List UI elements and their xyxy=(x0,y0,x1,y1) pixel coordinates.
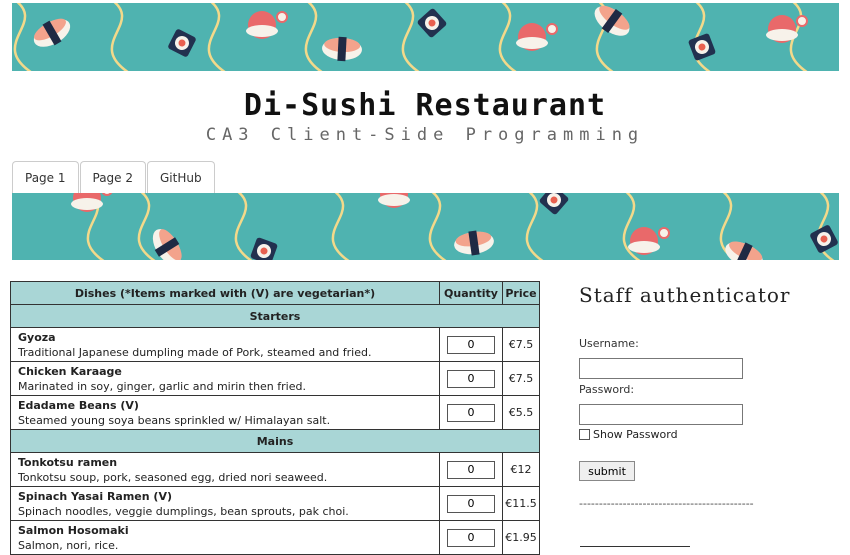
dish-price: €7.5 xyxy=(502,361,540,396)
dish-name: Tonkotsu ramen xyxy=(18,455,118,469)
quantity-cell xyxy=(439,520,503,555)
sushi-pattern xyxy=(71,193,838,260)
dish-row: Edadame Beans (V) Steamed young soya bean… xyxy=(10,395,540,430)
show-password-toggle[interactable]: Show Password xyxy=(579,428,678,441)
dish-price: €1.95 xyxy=(502,520,540,555)
quantity-cell xyxy=(439,361,503,396)
quantity-input[interactable] xyxy=(447,335,495,354)
dish-description: Salmon, nori, rice. xyxy=(18,538,119,552)
dish-cell: Tonkotsu ramen Tonkotsu soup, pork, seaso… xyxy=(10,452,440,487)
dish-cell: Salmon Hosomaki Salmon, nori, rice. xyxy=(10,520,440,555)
dish-price: €5.5 xyxy=(502,395,540,430)
password-input[interactable] xyxy=(579,404,743,425)
dish-cell: Edadame Beans (V) Steamed young soya bean… xyxy=(10,395,440,430)
price-header: Price xyxy=(502,281,540,305)
dish-cell: Gyoza Traditional Japanese dumpling made … xyxy=(10,327,440,362)
dish-name: Edadame Beans (V) xyxy=(18,398,139,412)
sushi-pattern xyxy=(13,3,808,71)
staff-authenticator-title: Staff authenticator xyxy=(579,283,791,307)
show-password-checkbox[interactable] xyxy=(579,429,590,440)
dish-description: Spinach noodles, veggie dumplings, bean … xyxy=(18,504,349,518)
quantity-input[interactable] xyxy=(447,494,495,513)
section-row: Mains xyxy=(10,429,540,453)
dish-row: Gyoza Traditional Japanese dumpling made … xyxy=(10,327,540,362)
quantity-cell xyxy=(439,486,503,521)
quantity-header: Quantity xyxy=(439,281,503,305)
dish-name: Gyoza xyxy=(18,330,56,344)
dish-row: Tonkotsu ramen Tonkotsu soup, pork, seaso… xyxy=(10,452,540,487)
quantity-input[interactable] xyxy=(447,369,495,388)
tab-github[interactable]: GitHub xyxy=(147,161,215,193)
quantity-input[interactable] xyxy=(447,403,495,422)
submit-button[interactable]: submit xyxy=(579,461,635,481)
dish-description: Tonkotsu soup, pork, seasoned egg, dried… xyxy=(18,470,328,484)
dishes-header: Dishes (*Items marked with (V) are veget… xyxy=(10,281,440,305)
page-title: Di-Sushi Restaurant xyxy=(243,88,607,123)
quantity-cell xyxy=(439,395,503,430)
nav-tabs: Page 1 Page 2 GitHub xyxy=(12,161,216,193)
dish-price: €7.5 xyxy=(502,327,540,362)
section-row: Starters xyxy=(10,304,540,328)
dish-cell: Spinach Yasai Ramen (V) Spinach noodles, … xyxy=(10,486,440,521)
dish-row: Spinach Yasai Ramen (V) Spinach noodles, … xyxy=(10,486,540,521)
top-banner-image xyxy=(12,3,839,71)
username-label: Username: xyxy=(579,337,639,350)
dish-price: €11.5 xyxy=(502,486,540,521)
dish-name: Spinach Yasai Ramen (V) xyxy=(18,489,172,503)
dish-row: Chicken Karaage Marinated in soy, ginger,… xyxy=(10,361,540,396)
partial-element xyxy=(580,546,690,551)
dish-price: €12 xyxy=(502,452,540,487)
password-label: Password: xyxy=(579,383,635,396)
dish-name: Salmon Hosomaki xyxy=(18,523,129,537)
dish-description: Steamed young soya beans sprinkled w/ Hi… xyxy=(18,413,331,427)
show-password-label: Show Password xyxy=(593,428,678,441)
middle-banner-image xyxy=(12,193,839,260)
quantity-input[interactable] xyxy=(447,528,495,547)
dish-cell: Chicken Karaage Marinated in soy, ginger,… xyxy=(10,361,440,396)
dish-description: Traditional Japanese dumpling made of Po… xyxy=(18,345,372,359)
dish-name: Chicken Karaage xyxy=(18,364,122,378)
quantity-input[interactable] xyxy=(447,460,495,479)
divider-line: ----------------------------------------… xyxy=(579,497,754,510)
section-heading: Starters xyxy=(10,304,540,328)
quantity-cell xyxy=(439,452,503,487)
dish-description: Marinated in soy, ginger, garlic and mir… xyxy=(18,379,306,393)
page-subtitle: CA3 Client-Side Programming xyxy=(205,125,645,145)
tab-page-2[interactable]: Page 2 xyxy=(79,161,146,193)
section-heading: Mains xyxy=(10,429,540,453)
menu-table: Dishes (*Items marked with (V) are veget… xyxy=(10,281,540,555)
username-input[interactable] xyxy=(579,358,743,379)
dish-row: Salmon HosomakiSalmon, nori, rice. €1.95 xyxy=(10,520,540,555)
quantity-cell xyxy=(439,327,503,362)
tab-page-1[interactable]: Page 1 xyxy=(12,161,79,193)
